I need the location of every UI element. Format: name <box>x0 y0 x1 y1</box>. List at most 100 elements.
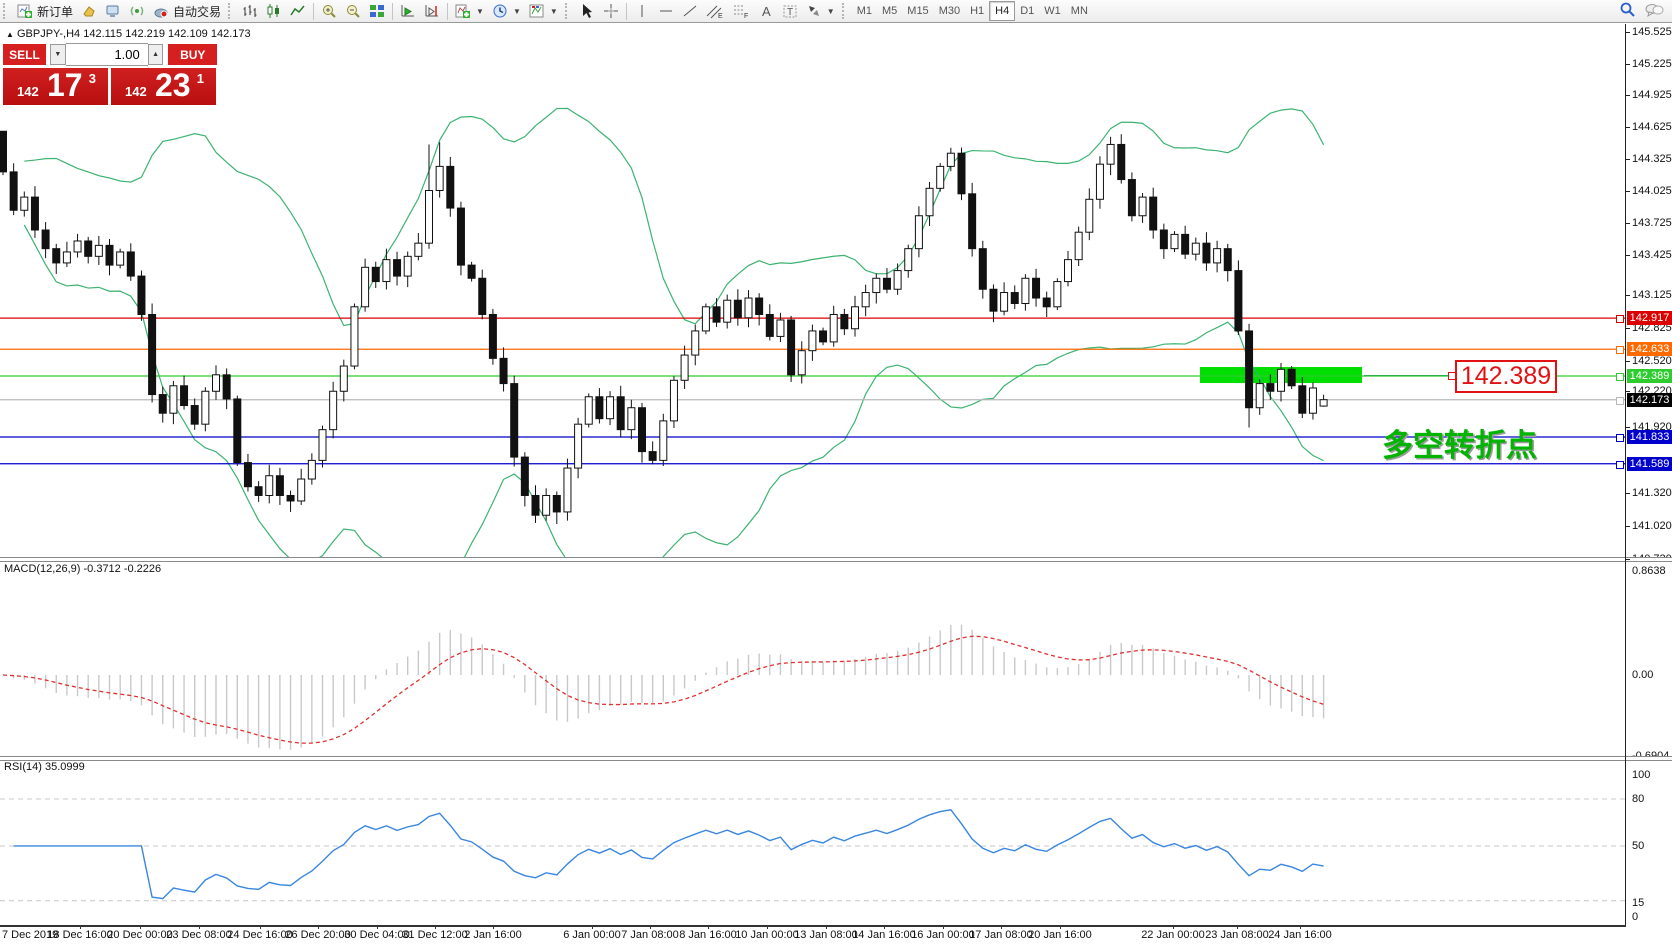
candle <box>681 355 688 380</box>
crosshair-button[interactable] <box>599 1 623 21</box>
volume-input[interactable] <box>66 43 148 66</box>
horizontal-line-icon <box>658 3 674 19</box>
price-tick-mark <box>1625 159 1630 160</box>
candle <box>969 194 976 249</box>
candle <box>905 249 912 271</box>
macd-values: -0.3712 -0.2226 <box>83 563 161 575</box>
price-tick: 144.925 <box>1632 89 1672 101</box>
candle <box>1001 293 1008 312</box>
depth-of-market-button[interactable] <box>77 1 101 21</box>
timeframe-group: M1M5M15M30H1H4D1W1MN <box>852 1 1093 21</box>
candle <box>1065 260 1072 282</box>
timeframe-M5[interactable]: M5 <box>877 2 902 20</box>
indicator-scale-tick: 0.00 <box>1632 669 1653 681</box>
templates-button[interactable]: ▼ <box>525 1 562 21</box>
collapse-icon[interactable]: ▲ <box>6 30 14 39</box>
candle <box>21 197 28 210</box>
macd-panel[interactable] <box>0 561 1625 756</box>
callout-connector-line <box>1364 375 1455 376</box>
line-anchor[interactable] <box>1616 373 1624 381</box>
line-anchor[interactable] <box>1616 397 1624 405</box>
symbol-ohlc-text: GBPJPY-,H4 142.115 142.219 142.109 142.1… <box>17 28 251 40</box>
price-tick-mark <box>1625 559 1630 560</box>
volume-down-button[interactable]: ▼ <box>50 44 66 65</box>
time-tick-label: 2 Jan 16:00 <box>464 929 522 941</box>
fibonacci-button[interactable]: F <box>728 1 754 21</box>
cursor-button[interactable] <box>575 1 599 21</box>
line-anchor[interactable] <box>1616 434 1624 442</box>
main-price-chart[interactable] <box>0 24 1625 558</box>
price-callout-box[interactable]: 142.389 <box>1455 360 1557 393</box>
text-button[interactable]: A <box>754 1 778 21</box>
zoom-in-button[interactable] <box>317 1 341 21</box>
rsi-label: RSI(14) 35.0999 <box>4 761 85 773</box>
macd-label: MACD(12,26,9) -0.3712 -0.2226 <box>4 563 161 575</box>
line-chart-icon <box>290 3 306 19</box>
time-tick-label: 22 Jan 00:00 <box>1141 929 1205 941</box>
candle <box>213 375 220 391</box>
candle <box>543 495 550 515</box>
candle <box>937 166 944 188</box>
arrows-button[interactable]: ▼ <box>802 1 839 21</box>
volume-up-button[interactable]: ▲ <box>148 44 164 65</box>
tile-windows-button[interactable] <box>365 1 389 21</box>
timeframe-H4[interactable]: H4 <box>989 1 1015 21</box>
indicator-scale-tick: 80 <box>1632 793 1644 805</box>
auto-scroll-button[interactable] <box>396 1 420 21</box>
candle <box>585 397 592 424</box>
timeframe-H1[interactable]: H1 <box>965 2 989 20</box>
bar-chart-icon <box>242 3 258 19</box>
chart-shift-button[interactable] <box>420 1 444 21</box>
candle <box>106 245 113 265</box>
market-watch-button[interactable] <box>101 1 125 21</box>
rsi-value: 35.0999 <box>45 761 85 773</box>
panel-separator[interactable] <box>0 756 1672 761</box>
buy-button[interactable]: BUY <box>168 44 217 65</box>
buy-price-panel[interactable]: 142 23 1 <box>111 68 216 105</box>
timeframe-M1[interactable]: M1 <box>852 2 877 20</box>
auto-scroll-icon <box>400 3 416 19</box>
timeframe-W1[interactable]: W1 <box>1039 2 1066 20</box>
timeframe-D1[interactable]: D1 <box>1015 2 1039 20</box>
horizontal-line-button[interactable] <box>654 1 678 21</box>
zoom-out-button[interactable] <box>341 1 365 21</box>
indicator-scale-tick: 50 <box>1632 840 1644 852</box>
sell-button[interactable]: SELL <box>3 44 46 65</box>
text-label-button[interactable]: T <box>778 1 802 21</box>
search-icon[interactable] <box>1619 1 1636 21</box>
timeframe-M15[interactable]: M15 <box>902 2 933 20</box>
autotrade-button[interactable]: 自动交易 <box>149 1 225 21</box>
line-anchor[interactable] <box>1616 461 1624 469</box>
annotation-text[interactable]: 多空转折点 <box>1382 420 1537 465</box>
chat-icon[interactable] <box>1644 2 1664 21</box>
autotrade-icon <box>153 3 169 19</box>
candle <box>862 293 869 307</box>
candle <box>426 191 433 244</box>
sell-price-panel[interactable]: 142 17 3 <box>3 68 108 105</box>
timeframe-M30[interactable]: M30 <box>934 2 965 20</box>
periods-button[interactable]: ▼ <box>488 1 525 21</box>
new-order-button[interactable]: 新订单 <box>13 1 77 21</box>
candle <box>500 358 507 383</box>
candlestick-chart-button[interactable] <box>262 1 286 21</box>
vertical-line-button[interactable] <box>630 1 654 21</box>
price-tick-mark <box>1625 223 1630 224</box>
line-anchor[interactable] <box>1616 315 1624 323</box>
timeframe-MN[interactable]: MN <box>1066 2 1093 20</box>
new-order-icon <box>17 3 33 19</box>
candle <box>841 314 848 328</box>
rsi-line <box>14 810 1324 899</box>
candle <box>287 495 294 500</box>
price-tick: 141.020 <box>1632 520 1672 532</box>
indicators-button[interactable]: ▼ <box>451 1 488 21</box>
panel-separator[interactable] <box>0 557 1672 562</box>
rsi-panel[interactable] <box>0 759 1625 924</box>
line-chart-button[interactable] <box>286 1 310 21</box>
candle <box>1160 230 1167 249</box>
trading-terminal: 新订单 自动交易 <box>0 0 1672 946</box>
equidistant-channel-button[interactable]: E <box>702 1 728 21</box>
bar-chart-button[interactable] <box>238 1 262 21</box>
line-anchor[interactable] <box>1616 346 1624 354</box>
trendline-button[interactable] <box>678 1 702 21</box>
signals-button[interactable] <box>125 1 149 21</box>
